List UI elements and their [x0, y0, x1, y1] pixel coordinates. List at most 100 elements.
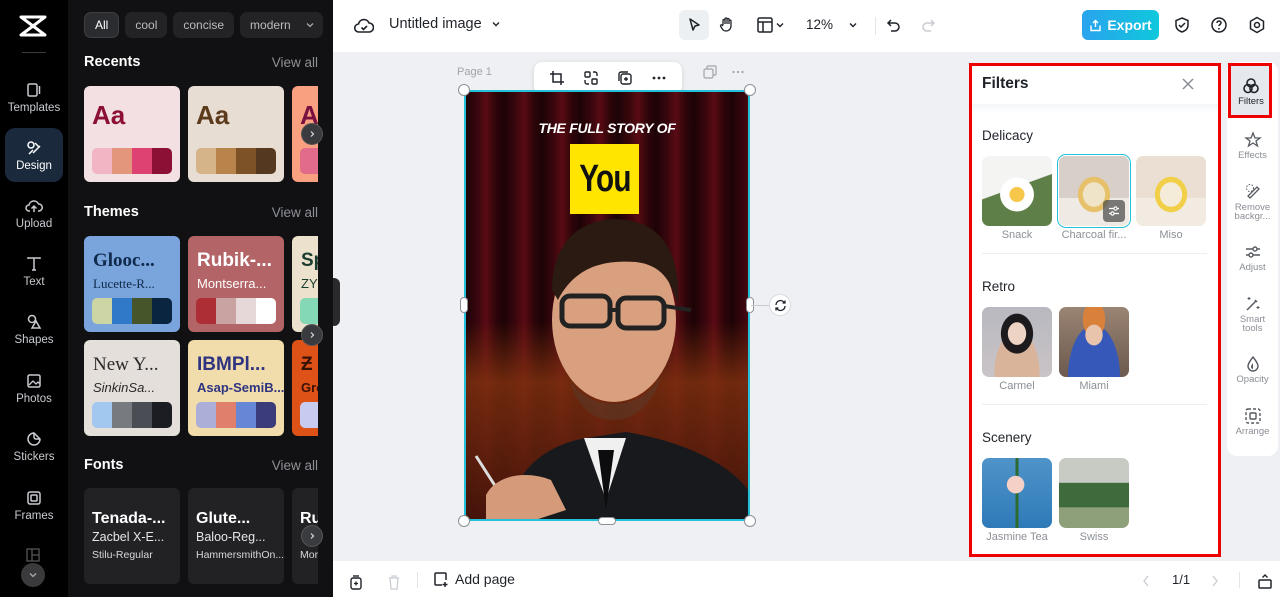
- settings-button[interactable]: [1246, 14, 1268, 36]
- rail-item-templates[interactable]: Templates: [5, 70, 63, 124]
- header-divider: [972, 104, 1218, 114]
- rail-remove-background[interactable]: Remove backgr...: [1227, 174, 1278, 230]
- resize-handle-top-right[interactable]: [744, 84, 756, 96]
- palette-swatch: [92, 402, 112, 428]
- chevron-right-icon: [310, 131, 315, 137]
- hand-tool-button[interactable]: [716, 14, 738, 36]
- recents-view-all[interactable]: View all: [272, 55, 318, 70]
- rail-effects[interactable]: Effects: [1227, 120, 1278, 172]
- rail-opacity[interactable]: Opacity: [1227, 344, 1278, 396]
- duplicate-icon[interactable]: [617, 70, 633, 86]
- cloud-saved-icon[interactable]: [353, 15, 375, 37]
- chip-all[interactable]: All: [84, 12, 120, 38]
- close-icon[interactable]: [1180, 76, 1196, 92]
- theme-card[interactable]: Ƶ Gro: [292, 340, 318, 436]
- fonts-next-arrow[interactable]: [301, 525, 323, 547]
- undo-button[interactable]: [883, 15, 905, 37]
- capcut-logo[interactable]: [18, 14, 48, 38]
- recent-style-card[interactable]: Aa: [84, 86, 180, 182]
- chips-dropdown-button[interactable]: [297, 12, 323, 38]
- layout-dropdown-button[interactable]: [753, 14, 789, 36]
- redo-button[interactable]: [917, 15, 939, 37]
- zoom-dropdown-icon[interactable]: [846, 18, 860, 32]
- rail-label: Adjust: [1239, 262, 1266, 274]
- filter-thumbnail[interactable]: [1059, 307, 1129, 377]
- help-button[interactable]: [1208, 14, 1230, 36]
- filters-title: Filters: [982, 75, 1029, 92]
- filter-thumbnail[interactable]: [982, 156, 1052, 226]
- delete-icon[interactable]: [387, 574, 401, 590]
- theme-subtitle: SinkinSa...: [93, 380, 156, 395]
- page-manager-icon[interactable]: [348, 574, 364, 590]
- rail-adjust[interactable]: Adjust: [1227, 232, 1278, 284]
- theme-card[interactable]: New Y... SinkinSa...: [84, 340, 180, 436]
- themes-next-arrow[interactable]: [301, 324, 323, 346]
- next-page-icon[interactable]: [1210, 574, 1220, 588]
- rail-label: Filters: [1238, 96, 1264, 108]
- rail-arrange[interactable]: Arrange: [1227, 396, 1278, 448]
- rail-smart-tools[interactable]: Smart tools: [1227, 286, 1278, 342]
- page-more-icon[interactable]: [731, 65, 745, 79]
- filter-thumbnail[interactable]: [1057, 154, 1131, 228]
- font-combo-card[interactable]: Glute... Baloo-Reg... HammersmithOn...: [188, 488, 284, 584]
- more-icon[interactable]: [651, 70, 667, 86]
- rail-label: Photos: [16, 392, 52, 405]
- theme-subtitle: Montserra...: [197, 276, 267, 291]
- add-page-button[interactable]: Add page: [433, 571, 515, 587]
- filter-thumbnail[interactable]: [1059, 458, 1129, 528]
- rail-item-stickers[interactable]: Stickers: [5, 419, 63, 473]
- replace-icon[interactable]: [583, 70, 599, 86]
- app-root: Templates Design Upload Text Shapes Phot…: [0, 0, 1280, 597]
- highlight-box[interactable]: You: [570, 144, 639, 214]
- left-rail: Templates Design Upload Text Shapes Phot…: [0, 0, 68, 597]
- rail-filters[interactable]: Filters: [1230, 66, 1272, 118]
- palette-swatch: [132, 298, 152, 324]
- selected-image[interactable]: THE FULL STORY OF You: [464, 90, 750, 521]
- expand-panel-icon[interactable]: [1257, 573, 1273, 589]
- font-combo-card[interactable]: Tenada-... Zacbel X-E... Stilu-Regular: [84, 488, 180, 584]
- resize-handle-bottom[interactable]: [598, 517, 616, 525]
- rail-item-text[interactable]: Text: [5, 244, 63, 298]
- crop-icon[interactable]: [549, 70, 565, 86]
- recent-style-card[interactable]: Aa: [188, 86, 284, 182]
- prev-page-icon[interactable]: [1141, 574, 1151, 588]
- theme-card[interactable]: Sp ZY: [292, 236, 318, 332]
- recents-next-arrow[interactable]: [301, 123, 323, 145]
- select-tool-button[interactable]: [679, 10, 709, 40]
- rail-item-photos[interactable]: Photos: [5, 361, 63, 415]
- palette-swatch: [132, 402, 152, 428]
- chip-cool[interactable]: cool: [125, 12, 168, 38]
- color-palette: [196, 148, 276, 174]
- collapse-panel-handle[interactable]: [333, 278, 340, 326]
- color-palette: [300, 148, 318, 174]
- theme-card[interactable]: IBMPl... Asap-SemiB...: [188, 340, 284, 436]
- themes-view-all[interactable]: View all: [272, 205, 318, 220]
- rail-item-frames[interactable]: Frames: [5, 478, 63, 532]
- page-duplicate-icon[interactable]: [703, 65, 717, 79]
- palette-swatch: [300, 298, 318, 324]
- filter-thumbnail[interactable]: [982, 458, 1052, 528]
- theme-card[interactable]: Glooc... Lucette-R...: [84, 236, 180, 332]
- document-title[interactable]: Untitled image: [389, 16, 482, 32]
- resize-handle-left[interactable]: [460, 297, 468, 313]
- resize-handle-top-left[interactable]: [458, 84, 470, 96]
- rail-more-button[interactable]: [21, 563, 45, 587]
- rail-item-shapes[interactable]: Shapes: [5, 302, 63, 356]
- rotate-handle[interactable]: [769, 294, 791, 316]
- rail-item-design[interactable]: Design: [5, 128, 63, 182]
- resize-handle-bottom-left[interactable]: [458, 515, 470, 527]
- theme-card[interactable]: Rubik-... Montserra...: [188, 236, 284, 332]
- resize-handle-bottom-right[interactable]: [744, 515, 756, 527]
- title-dropdown-icon[interactable]: [490, 18, 502, 30]
- fonts-view-all[interactable]: View all: [272, 458, 318, 473]
- zoom-level[interactable]: 12%: [806, 17, 833, 32]
- shield-button[interactable]: [1171, 14, 1193, 36]
- chip-concise[interactable]: concise: [173, 12, 235, 38]
- filter-thumbnail[interactable]: [982, 307, 1052, 377]
- rail-label: Templates: [7, 101, 61, 114]
- headline-text[interactable]: THE FULL STORY OF: [466, 120, 748, 136]
- rail-item-upload[interactable]: Upload: [5, 186, 63, 240]
- export-button[interactable]: Export: [1082, 10, 1159, 40]
- filter-thumbnail[interactable]: [1136, 156, 1206, 226]
- filter-adjust-button[interactable]: [1103, 200, 1125, 222]
